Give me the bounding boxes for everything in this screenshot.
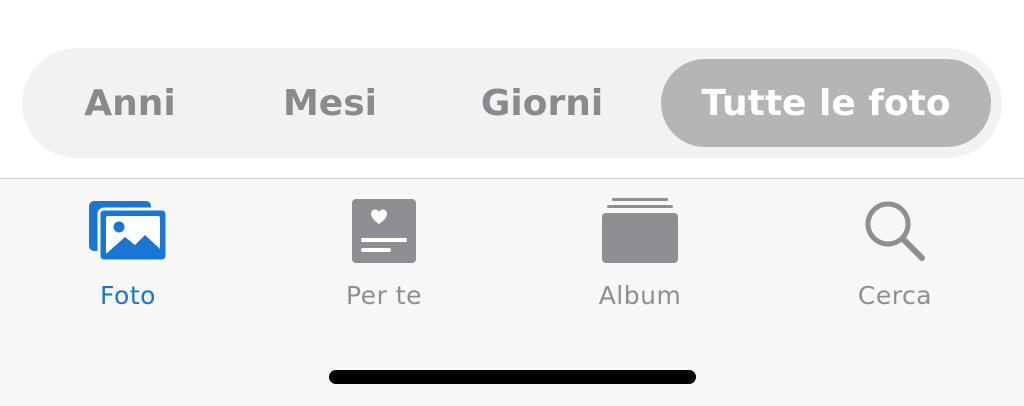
tab-albums-label: Album <box>598 281 682 310</box>
segment-all-photos-label: Tutte le foto <box>701 82 951 124</box>
segment-months[interactable]: Mesi <box>250 48 410 158</box>
view-mode-segmented-control: Anni Mesi Giorni Tutte le foto <box>22 48 1002 158</box>
for-you-icon <box>339 195 429 267</box>
tab-search-label: Cerca <box>857 281 933 310</box>
tab-for-you[interactable]: Per te <box>304 195 464 315</box>
home-indicator[interactable] <box>329 370 696 384</box>
segment-years-label: Anni <box>84 82 176 124</box>
segment-months-label: Mesi <box>282 82 377 124</box>
search-icon <box>850 195 940 267</box>
view-mode-area: Anni Mesi Giorni Tutte le foto <box>0 0 1024 178</box>
tab-for-you-label: Per te <box>346 281 422 310</box>
tab-bar: Foto Per te Album Cerca <box>0 179 1024 406</box>
segment-all-photos[interactable]: Tutte le foto <box>661 59 991 147</box>
tab-search[interactable]: Cerca <box>815 195 975 315</box>
photos-icon <box>83 195 173 267</box>
tab-albums[interactable]: Album <box>560 195 720 315</box>
segment-days[interactable]: Giorni <box>452 48 632 158</box>
tab-photos-label: Foto <box>100 281 156 310</box>
segment-days-label: Giorni <box>480 82 604 124</box>
albums-icon <box>595 195 685 267</box>
tab-photos[interactable]: Foto <box>48 195 208 315</box>
segment-years[interactable]: Anni <box>50 48 210 158</box>
